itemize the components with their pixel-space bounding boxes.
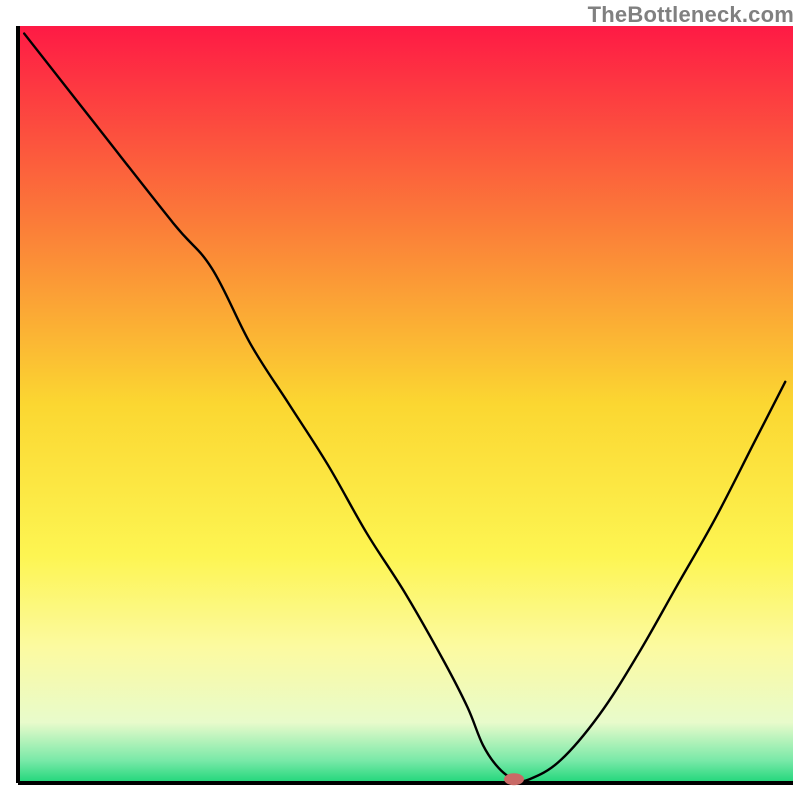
sweet-spot-marker xyxy=(504,773,524,785)
bottleneck-chart xyxy=(0,0,800,800)
gradient-background xyxy=(18,26,793,783)
chart-container: TheBottleneck.com xyxy=(0,0,800,800)
